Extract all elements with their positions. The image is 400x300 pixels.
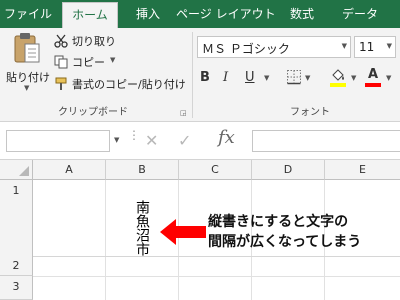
- formula-bar: ▼ ⋮ ✕ ✓ fx: [0, 122, 400, 160]
- enter-icon[interactable]: ✓: [178, 131, 191, 150]
- font-color-button[interactable]: A: [365, 67, 383, 88]
- tab-file[interactable]: ファイル: [0, 0, 56, 28]
- paste-icon: [14, 33, 40, 63]
- font-color-letter: A: [368, 67, 379, 82]
- paste-label: 貼り付け: [6, 71, 50, 84]
- group-separator: [192, 32, 193, 118]
- excel-window: ファイル ホーム 挿入 ページ レイアウト 数式 データ 貼り付け ▼ 切り取り…: [0, 0, 400, 300]
- clipboard-group-label: クリップボード: [58, 107, 128, 118]
- copy-dropdown-icon[interactable]: ▼: [110, 56, 115, 64]
- select-all-corner[interactable]: [0, 160, 33, 180]
- copy-label: コピー: [72, 56, 105, 69]
- annotation-line-2: 間隔が広くなってしまう: [208, 234, 362, 250]
- clipboard-launcher-icon[interactable]: ◲: [180, 109, 187, 117]
- tab-data[interactable]: データ: [336, 0, 384, 28]
- name-box-dropdown-icon[interactable]: ▼: [114, 136, 119, 144]
- insert-function-button[interactable]: fx: [218, 127, 235, 148]
- cancel-icon[interactable]: ✕: [145, 131, 158, 150]
- ribbon-home: 貼り付け ▼ 切り取り コピー ▼ 書式のコピー/貼り付け クリップボード ◲ …: [0, 28, 400, 122]
- formula-input[interactable]: [252, 130, 400, 152]
- column-header-d[interactable]: D: [252, 160, 325, 180]
- red-arrow-icon: [160, 219, 206, 245]
- borders-dropdown-icon[interactable]: ▼: [305, 74, 310, 82]
- underline-dropdown-icon[interactable]: ▼: [264, 74, 269, 82]
- font-size-dropdown-icon[interactable]: ▼: [387, 42, 392, 50]
- ribbon-tab-bar: ファイル ホーム 挿入 ページ レイアウト 数式 データ: [0, 0, 400, 28]
- row-header-2[interactable]: 2: [0, 256, 33, 276]
- cut-label: 切り取り: [72, 35, 116, 48]
- column-header-c[interactable]: C: [179, 160, 252, 180]
- name-box[interactable]: [6, 130, 110, 152]
- column-header-e[interactable]: E: [325, 160, 400, 180]
- cell-b1-text: 南魚沼市: [134, 200, 150, 256]
- underline-button[interactable]: U: [245, 70, 255, 85]
- annotation-line-1: 縦書きにすると文字の: [208, 214, 349, 230]
- worksheet-grid: A B C D E 1 2 3 南魚沼市 縦書きにすると文字の 間隔が広くなって…: [0, 160, 400, 300]
- font-size-select[interactable]: 11 ▼: [354, 36, 396, 58]
- tab-page-layout[interactable]: ページ レイアウト: [176, 0, 276, 28]
- font-group-label: フォント: [290, 107, 330, 118]
- font-name-dropdown-icon[interactable]: ▼: [342, 42, 347, 50]
- tab-home[interactable]: ホーム: [62, 2, 118, 28]
- bold-button[interactable]: B: [200, 70, 210, 85]
- annotation-text: 縦書きにすると文字の 間隔が広くなってしまう: [208, 212, 398, 252]
- grid-line: [33, 256, 400, 257]
- tab-formulas[interactable]: 数式: [282, 0, 322, 28]
- fill-color-dropdown-icon[interactable]: ▼: [351, 74, 356, 82]
- copy-icon: [54, 55, 68, 69]
- column-header-b[interactable]: B: [106, 160, 179, 180]
- paint-bucket-icon: [332, 69, 344, 81]
- borders-icon: [287, 70, 301, 85]
- scissors-icon: [54, 34, 68, 48]
- formula-bar-grip-icon: ⋮: [128, 128, 140, 142]
- select-all-icon: [19, 166, 29, 176]
- font-name-value: ＭＳ Ｐゴシック: [202, 42, 290, 56]
- tab-insert[interactable]: 挿入: [124, 0, 172, 28]
- row-header-3[interactable]: 3: [0, 276, 33, 300]
- copy-button[interactable]: コピー ▼: [54, 54, 134, 70]
- borders-button[interactable]: [286, 69, 302, 85]
- format-painter-label: 書式のコピー/貼り付け: [72, 78, 186, 91]
- fill-color-swatch: [330, 83, 346, 87]
- italic-button[interactable]: I: [223, 70, 228, 85]
- font-color-swatch: [365, 83, 381, 87]
- font-name-select[interactable]: ＭＳ Ｐゴシック ▼: [197, 36, 351, 58]
- font-color-dropdown-icon[interactable]: ▼: [386, 74, 391, 82]
- format-painter-icon: [55, 77, 67, 90]
- paste-button[interactable]: 貼り付け ▼: [4, 32, 50, 92]
- paste-dropdown-icon[interactable]: ▼: [24, 84, 29, 92]
- grid-line: [33, 276, 400, 277]
- font-size-value: 11: [359, 40, 375, 54]
- fill-color-button[interactable]: [330, 68, 348, 88]
- column-header-a[interactable]: A: [33, 160, 106, 180]
